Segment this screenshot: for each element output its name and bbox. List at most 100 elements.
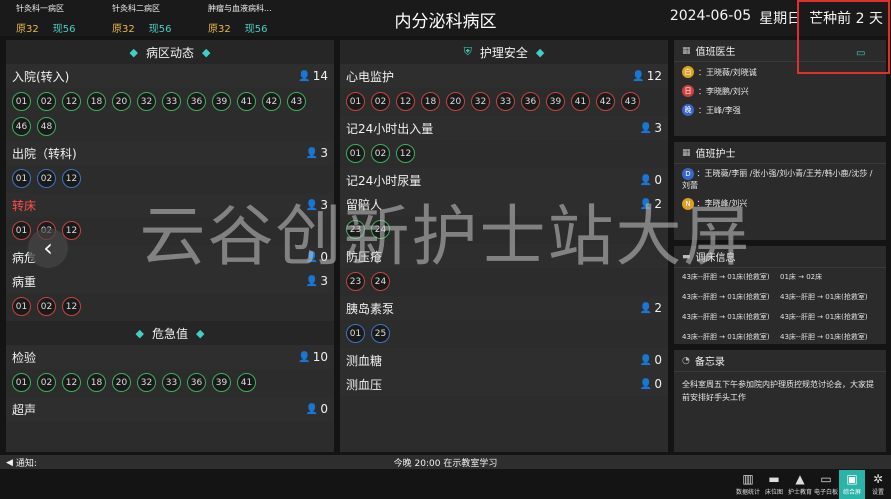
nurse-names: ：王晓薇/李丽 /张小强/刘小青/王芳/韩小鹿/沈莎 /刘蕾 (682, 169, 873, 190)
bed-number[interactable]: 43 (287, 92, 306, 111)
bed-number[interactable]: 42 (262, 92, 281, 111)
nav-dashboard[interactable]: ▣ 综合屏 (839, 470, 865, 499)
bed-number[interactable]: 33 (162, 373, 181, 392)
bed-number[interactable]: 12 (62, 373, 81, 392)
bed-number[interactable]: 43 (621, 92, 640, 111)
bed-number[interactable]: 02 (37, 169, 56, 188)
shield-icon: ⛨ (463, 45, 472, 58)
nav-bed-map[interactable]: ▬ 床位图 (761, 470, 787, 499)
bed-list: 01 02 12 (6, 165, 334, 193)
duty-nurse-panel: ▦ 值班护士 D ：王晓薇/李丽 /张小强/刘小青/王芳/韩小鹿/沈莎 /刘蕾 N… (674, 142, 886, 240)
ward-summary[interactable]: 针灸科一病区 原32 现56 (0, 0, 96, 35)
item-count: 10 (312, 350, 328, 364)
nav-whiteboard[interactable]: ▭ 电子白板 (813, 470, 839, 499)
bed-number[interactable]: 33 (496, 92, 515, 111)
nav-education[interactable]: ▲ 护士教育 (787, 470, 813, 499)
ward-summary[interactable]: 肿瘤与血液病科... 原32 现56 (192, 0, 288, 35)
bed-number[interactable]: 32 (137, 373, 156, 392)
bed-number[interactable]: 02 (37, 297, 56, 316)
ward-name: 肿瘤与血液病科... (208, 4, 272, 13)
item-label: 留陪人 (346, 197, 383, 212)
bed-number[interactable]: 36 (187, 92, 206, 111)
bed-number[interactable]: 39 (212, 373, 231, 392)
item-admission: 入院(转入) 👤 14 01 02 12 18 20 32 33 36 39 41 42 43 46 48 (6, 64, 334, 141)
bed-number[interactable]: 20 (446, 92, 465, 111)
item-count: 12 (646, 69, 662, 83)
doctor-shift: 晚 ：王峰/李强 (674, 100, 886, 119)
bed-number[interactable]: 01 (346, 144, 365, 163)
ward-name: 针灸科一病区 (16, 4, 64, 13)
ward-current-count: 现56 (148, 24, 172, 35)
bed-number[interactable]: 24 (371, 272, 390, 291)
notice-bar: ◀ 通知: 今晚 20:00 在示教室学习 (0, 455, 891, 469)
bed-number[interactable]: 18 (87, 92, 106, 111)
bed-number[interactable]: 36 (187, 373, 206, 392)
bed-number[interactable]: 01 (12, 169, 31, 188)
bed-number[interactable]: 18 (87, 373, 106, 392)
bed-number[interactable]: 23 (346, 220, 365, 239)
doctor-names: ：王晓薇/刘晓诚 (698, 67, 757, 77)
item-label: 记24小时尿量 (346, 173, 422, 188)
bed-number[interactable]: 12 (62, 169, 81, 188)
bed-number[interactable]: 12 (396, 144, 415, 163)
bed-number[interactable]: 23 (346, 272, 365, 291)
bed-number[interactable]: 39 (212, 92, 231, 111)
bed-number[interactable]: 32 (471, 92, 490, 111)
shift-badge: D (682, 168, 694, 180)
bed-number[interactable]: 41 (237, 373, 256, 392)
bed-number[interactable]: 12 (62, 92, 81, 111)
bed-number[interactable]: 12 (396, 92, 415, 111)
duty-doctor-panel: ▦ 值班医生 白 ：王晓薇/刘晓诚 日 ：李晓鹏/刘兴 晚 ：王峰/李强 (674, 40, 886, 136)
nursing-safety-panel: ⛨ 护理安全 ◆ 心电监护 👤 12 01 02 12 18 20 32 33 36 39 41 42… (340, 40, 668, 452)
item-count: 2 (654, 301, 662, 315)
item-lab: 检验 👤 10 01 02 12 18 20 32 33 36 39 41 (6, 345, 334, 397)
doctor-shift: 日 ：李晓鹏/刘兴 (674, 81, 886, 100)
bed-number[interactable]: 20 (112, 92, 131, 111)
nav-statistics[interactable]: ▥ 数据统计 (735, 470, 761, 499)
item-label: 测血压 (346, 377, 383, 392)
bed-list: 01 02 12 18 20 32 33 36 39 41 42 43 (340, 88, 668, 116)
bed-number[interactable]: 41 (237, 92, 256, 111)
bed-number[interactable]: 48 (37, 117, 56, 136)
bed-number[interactable]: 01 (12, 373, 31, 392)
bed-number[interactable]: 41 (571, 92, 590, 111)
bed-number[interactable]: 25 (371, 324, 390, 343)
bed-number[interactable]: 02 (371, 92, 390, 111)
bed-number[interactable]: 01 (12, 297, 31, 316)
bed-number[interactable]: 01 (12, 221, 31, 240)
nav-settings[interactable]: ✲ 设置 (865, 470, 891, 499)
bed-number[interactable]: 36 (521, 92, 540, 111)
bed-number[interactable]: 42 (596, 92, 615, 111)
transfer-list: 43床--肝胆 → 01床(抢救室) 01床 → 02床 43床--肝胆 → 0… (674, 268, 886, 346)
bed-number[interactable]: 01 (346, 92, 365, 111)
bed-number[interactable]: 12 (62, 297, 81, 316)
bottom-nav: ▥ 数据统计 ▬ 床位图 ▲ 护士教育 ▭ 电子白板 ▣ 综合屏 ✲ 设置 (735, 470, 891, 499)
transfer-item: 43床--肝胆 → 01床(抢救室) (682, 313, 770, 321)
bed-transfer-panel: ▬ 调床信息 43床--肝胆 → 01床(抢救室) 01床 → 02床 43床--… (674, 246, 886, 344)
bed-number[interactable]: 32 (137, 92, 156, 111)
item-escort: 留陪人 👤 2 23 24 (340, 192, 668, 244)
bed-number[interactable]: 46 (12, 117, 31, 136)
nurse-shift: D ：王晓薇/李丽 /张小强/刘小青/王芳/韩小鹿/沈莎 /刘蕾 (674, 164, 886, 194)
ward-summary[interactable]: 针灸科二病区 原32 现56 (96, 0, 192, 35)
section-title: 危急值 (151, 326, 188, 341)
bed-number[interactable]: 39 (546, 92, 565, 111)
bed-number[interactable]: 33 (162, 92, 181, 111)
transfer-item: 43床--肝胆 → 01床(抢救室) (780, 333, 868, 341)
bed-number[interactable]: 02 (37, 373, 56, 392)
nurse-names: ：李晓峰/刘兴 (696, 199, 748, 208)
calendar-icon[interactable]: ▭ (856, 48, 865, 59)
prev-page-button[interactable]: ‹ (28, 228, 68, 268)
doctor-shift: 白 ：王晓薇/刘晓诚 (674, 62, 886, 81)
bed-number[interactable]: 02 (371, 144, 390, 163)
bed-number[interactable]: 24 (371, 220, 390, 239)
bed-number[interactable]: 02 (37, 92, 56, 111)
bed-number[interactable]: 01 (12, 92, 31, 111)
doctor-names: ：李晓鹏/刘兴 (698, 86, 749, 96)
transfer-item: 43床--肝胆 → 01床(抢救室) (780, 313, 868, 321)
bed-number[interactable]: 01 (346, 324, 365, 343)
bed-number[interactable]: 18 (421, 92, 440, 111)
shift-badge: 白 (682, 66, 694, 78)
bed-list: 23 24 (340, 216, 668, 244)
bed-number[interactable]: 20 (112, 373, 131, 392)
